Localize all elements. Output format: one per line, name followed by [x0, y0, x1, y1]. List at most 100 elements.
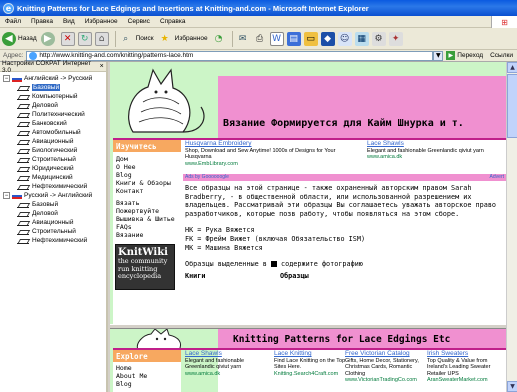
tree-item[interactable]: Юридический: [0, 164, 106, 173]
ad-item[interactable]: Lace Shawls Elegant and fashionable Gree…: [367, 140, 505, 161]
tree-group-ru-en[interactable]: − Русский -> Английский: [0, 191, 106, 200]
tree-item[interactable]: Биологический: [0, 146, 106, 155]
tree-item[interactable]: Строительный: [0, 155, 106, 164]
tree-item[interactable]: Авиационный: [0, 218, 106, 227]
favorites-button[interactable]: ★ Избранное: [158, 32, 208, 46]
ad-url: AranSweaterMarket.com: [427, 377, 488, 383]
cat-logo-icon: [136, 329, 182, 351]
tree-item[interactable]: Политехнический: [0, 110, 106, 119]
nav-link[interactable]: Книги & Обзоры: [116, 179, 178, 187]
tree-item[interactable]: Строительный: [0, 227, 106, 236]
scroll-thumb[interactable]: [507, 74, 517, 138]
refresh-icon[interactable]: ↻: [77, 31, 92, 46]
tree-item[interactable]: Компьютерный: [0, 92, 106, 101]
back-button[interactable]: ◀ Назад: [2, 31, 37, 46]
tree-item-label: Биологический: [32, 147, 78, 154]
tree-item-label: Юридический: [32, 165, 74, 172]
nav-link[interactable]: About Me: [116, 372, 178, 380]
history-icon[interactable]: ◔: [212, 32, 226, 46]
mail-icon[interactable]: ✉: [236, 32, 250, 46]
menu-file[interactable]: Файл: [0, 18, 26, 25]
ad-block: Lace Shawls Elegant and fashionable Gree…: [183, 350, 506, 392]
tree-item[interactable]: Медицинский: [0, 173, 106, 182]
home-icon[interactable]: ⌂: [94, 31, 109, 46]
close-icon[interactable]: ×: [97, 62, 106, 71]
ad-item[interactable]: Husqvarna Embroidery Shop, Download and …: [185, 140, 345, 167]
tree-item[interactable]: Деловой: [0, 101, 106, 110]
tree-item[interactable]: Банковский: [0, 119, 106, 128]
menu-help[interactable]: Справка: [155, 18, 191, 25]
tree-item[interactable]: Нефтехимический: [0, 182, 106, 191]
toolbar-separator: [114, 30, 116, 47]
print-icon[interactable]: ⎙: [253, 32, 267, 46]
tree-item-label: Авиационный: [32, 219, 74, 226]
ad-item[interactable]: Lace Knitting Find Lace Knitting on the …: [274, 350, 356, 377]
ad-item[interactable]: Free Victorian Catalog Gifts, Home Decor…: [345, 350, 427, 384]
nav-link[interactable]: Дом: [116, 155, 178, 163]
nav-link[interactable]: Home: [116, 364, 178, 372]
stop-icon[interactable]: ✕: [60, 31, 75, 46]
book-icon: [17, 112, 29, 118]
tree-item[interactable]: Деловой: [0, 209, 106, 218]
menu-tools[interactable]: Сервис: [123, 18, 155, 25]
nav-link[interactable]: Blog: [116, 380, 178, 388]
go-button[interactable]: ▶ Переход: [443, 51, 486, 60]
nav-link[interactable]: Blog: [116, 171, 178, 179]
tools-icon[interactable]: ✦: [388, 31, 403, 46]
menu-edit[interactable]: Правка: [26, 18, 58, 25]
legend-item: MK = Машина Вяжется: [185, 243, 263, 252]
search-label: Поиск: [135, 35, 154, 42]
vertical-scrollbar[interactable]: ▲ ▼: [506, 62, 517, 392]
book-icon: [17, 121, 29, 127]
tree-item[interactable]: Нефтехимический: [0, 236, 106, 245]
tree-item-label: Авиационный: [32, 138, 74, 145]
menu-view[interactable]: Вид: [58, 18, 80, 25]
left-nav: Explore Home About Me Blog: [113, 350, 181, 392]
page-icon[interactable]: ▦: [354, 31, 369, 46]
copyright-paragraph: Все образцы на этой странице - также охр…: [185, 184, 496, 218]
page-header: Вязание Формируется для Кайм Шнурка и т.: [113, 62, 506, 140]
nav-link[interactable]: Вышивка & Шитье: [116, 215, 178, 223]
nav-link[interactable]: FAQs: [116, 223, 178, 231]
legend-item: HK = Рука Вяжется: [185, 226, 255, 235]
search-icon: ⌕: [123, 33, 129, 43]
tree-item-label: Строительный: [32, 156, 76, 163]
nav-link[interactable]: Вязать: [116, 199, 178, 207]
tree-item[interactable]: Автомобильный: [0, 128, 106, 137]
nav-link[interactable]: О Нее: [116, 163, 178, 171]
tree-group-en-ru[interactable]: − Английский -> Русский: [0, 74, 106, 83]
ads-by-link[interactable]: Ads by Goooooogle: [185, 174, 229, 180]
nav-link[interactable]: Вязание: [116, 231, 178, 239]
toolbar: ◀ Назад ▶ ✕ ↻ ⌂ ⌕ Поиск ★ Избранное ◔ ✉ …: [0, 28, 517, 50]
edit-icon[interactable]: W: [269, 31, 284, 46]
tree-item[interactable]: Авиационный: [0, 137, 106, 146]
tree-item[interactable]: Базовый: [0, 83, 106, 92]
forward-arrow-icon: ▶: [40, 31, 55, 46]
scroll-up-icon[interactable]: ▲: [507, 62, 517, 73]
folder-icon[interactable]: ▭: [303, 31, 318, 46]
forward-button[interactable]: ▶: [40, 31, 57, 46]
tree-item[interactable]: Базовый: [0, 200, 106, 209]
menu-favorites[interactable]: Избранное: [80, 18, 123, 25]
collapse-icon[interactable]: −: [3, 75, 10, 82]
translate-icon[interactable]: ◆: [320, 31, 335, 46]
scroll-down-icon[interactable]: ▼: [507, 381, 517, 392]
knitwiki-banner[interactable]: KnitWiki the community run knitting ency…: [115, 244, 175, 290]
advertise-link[interactable]: Advert: [490, 174, 504, 180]
nav-link[interactable]: Контакт: [116, 187, 178, 195]
ad-item[interactable]: Lace Shawls Elegant and fashionable Gree…: [185, 350, 267, 377]
search-button[interactable]: ⌕ Поиск: [119, 32, 154, 46]
discuss-icon[interactable]: ▤: [286, 31, 301, 46]
flag-icon: [12, 75, 22, 82]
nav-link[interactable]: Пожертвуйте: [116, 207, 178, 215]
browser-content: Вязание Формируется для Кайм Шнурка и т.…: [110, 62, 506, 392]
address-dropdown-icon[interactable]: ▼: [433, 50, 444, 61]
book-icon: [17, 175, 29, 181]
messenger-icon[interactable]: ☺: [337, 31, 352, 46]
ad-item[interactable]: Irish Sweaters Top Quality & Value from …: [427, 350, 505, 384]
tree-item-label: Деловой: [32, 210, 58, 217]
links-button[interactable]: Ссылки: [486, 52, 517, 59]
collapse-icon[interactable]: −: [3, 192, 10, 199]
settings-icon[interactable]: ⚙: [371, 31, 386, 46]
book-icon: [17, 139, 29, 145]
